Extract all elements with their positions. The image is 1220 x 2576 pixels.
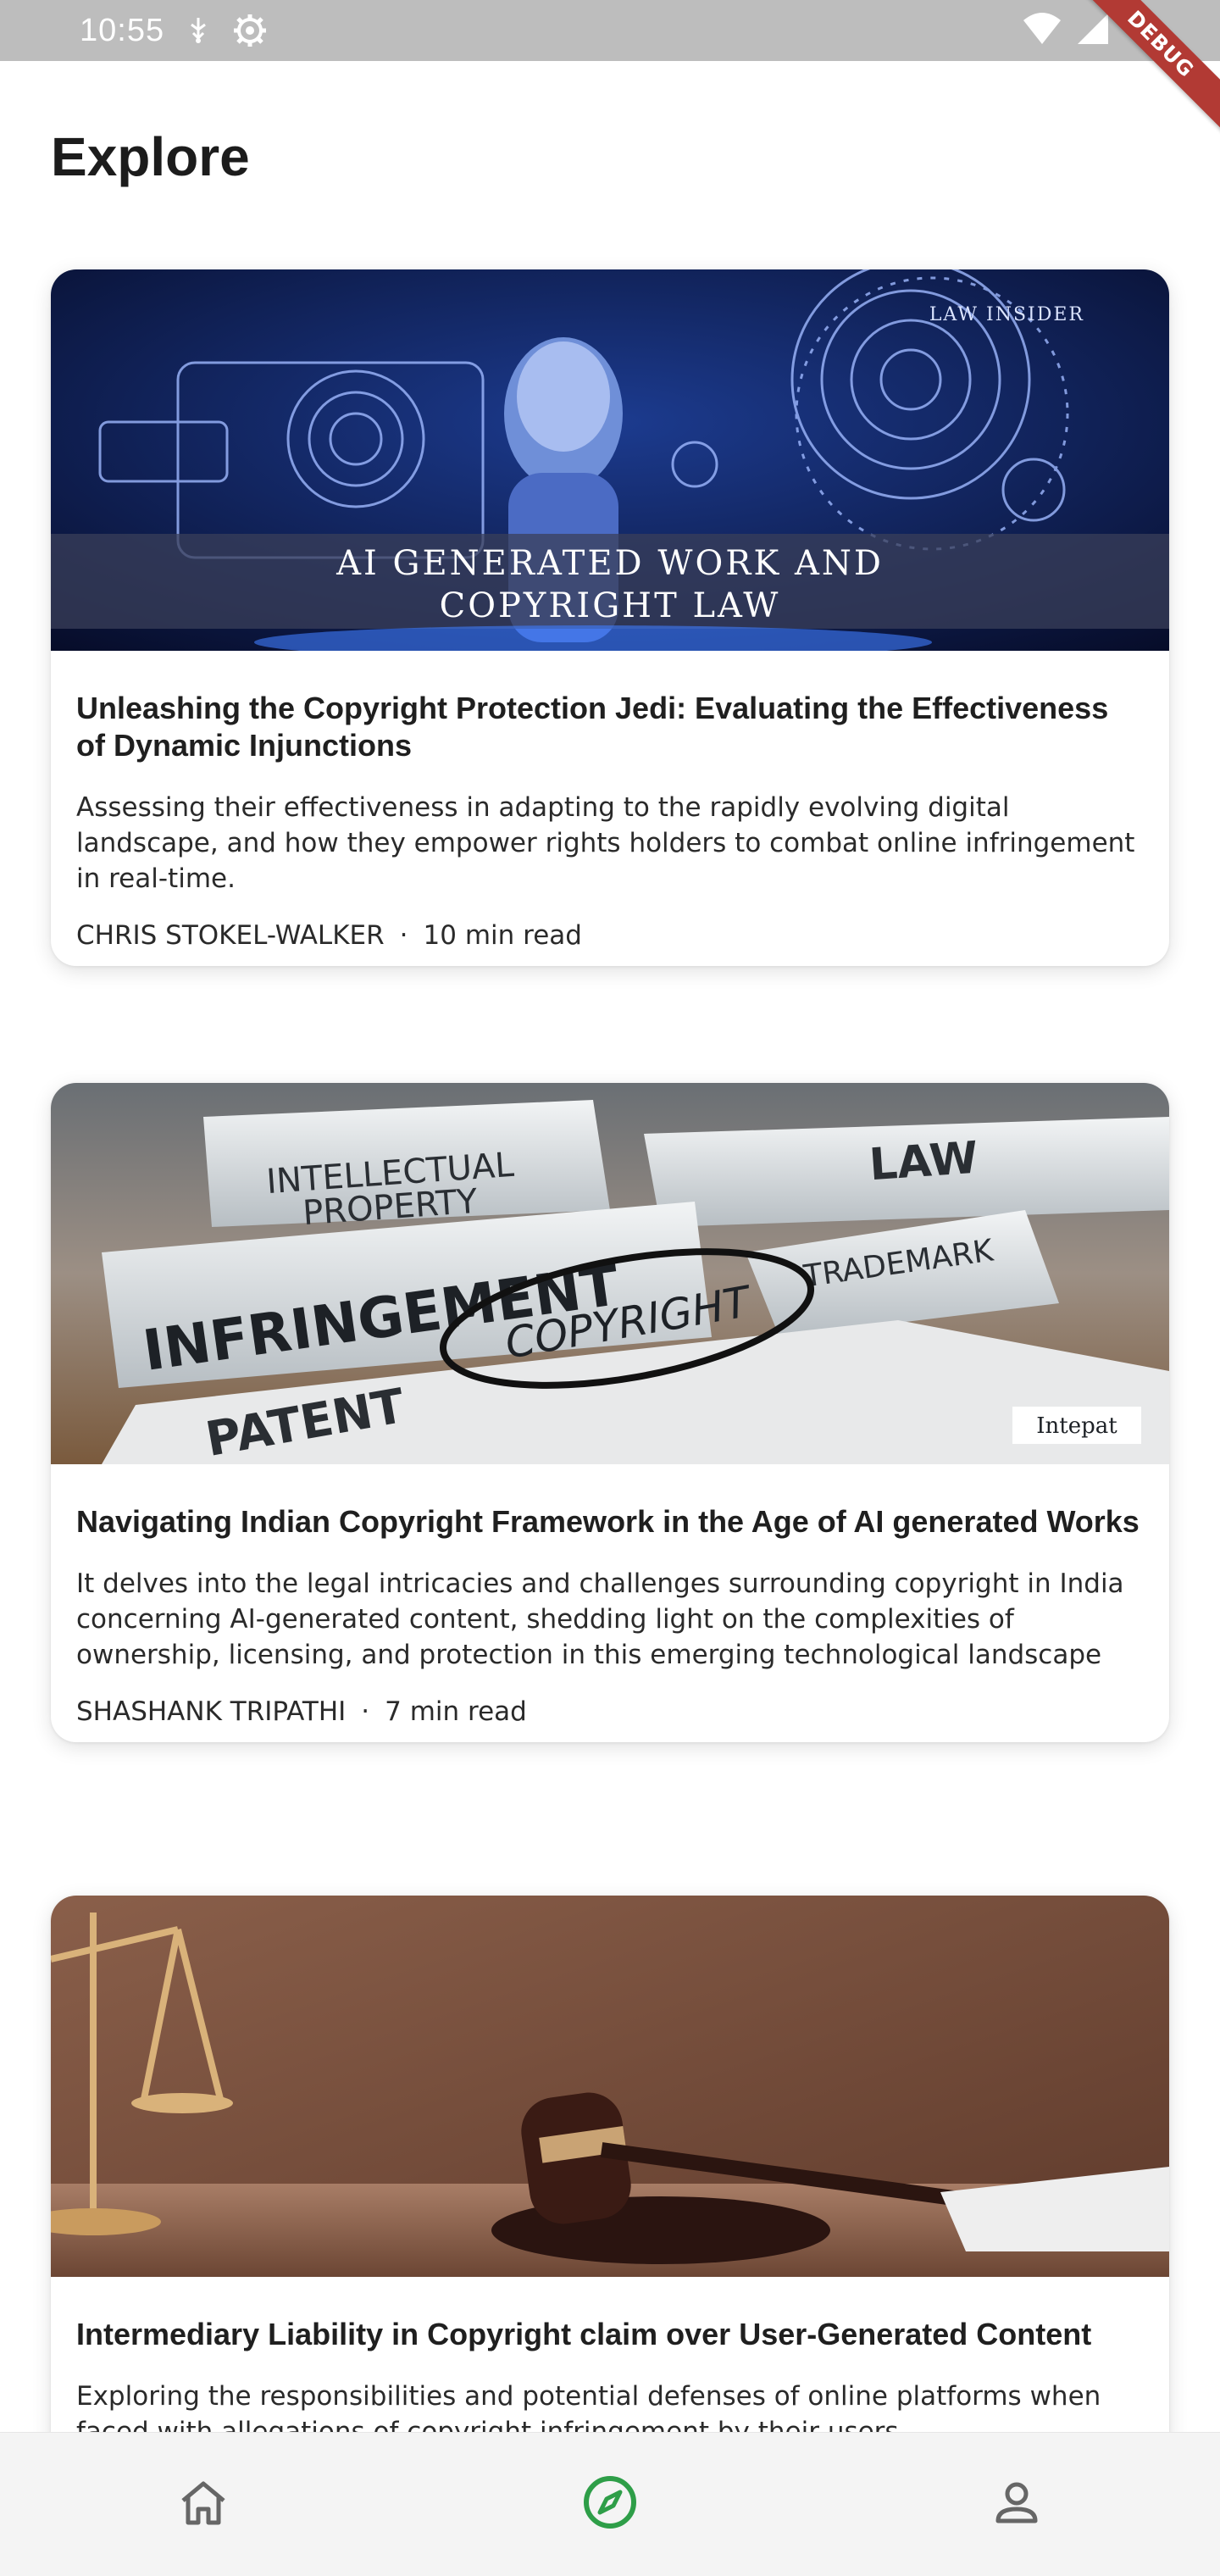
image-caption-line1: AI GENERATED WORK AND <box>336 544 884 583</box>
meta-separator: · <box>361 1696 370 1727</box>
page-title: Explore <box>51 126 250 187</box>
article-title[interactable]: Intermediary Liability in Copyright clai… <box>76 2316 1144 2353</box>
article-card[interactable]: LAW INSIDER AI GENERATED WORK AND COPYRI… <box>51 269 1169 966</box>
article-meta: CHRIS STOKEL-WALKER · 10 min read <box>76 920 1144 951</box>
usb-debug-icon <box>186 16 210 45</box>
bottom-navigation <box>0 2432 1220 2576</box>
article-read-time: 7 min read <box>385 1696 527 1727</box>
article-description: Assessing their effectiveness in adaptin… <box>76 792 1135 894</box>
article-image-ip-folders: INTELLECTUAL PROPERTY LAW INFRINGEMENT T… <box>51 1083 1169 1464</box>
meta-separator: · <box>399 920 408 951</box>
nav-home[interactable] <box>152 2454 254 2556</box>
article-author: SHASHANK TRIPATHI <box>76 1696 347 1727</box>
image-brand-intepat: Intepat <box>1036 1413 1117 1439</box>
article-description: It delves into the legal intricacies and… <box>76 1568 1124 1670</box>
nav-explore[interactable] <box>559 2454 661 2556</box>
status-bar: 10:55 DEBUG <box>0 0 1220 135</box>
article-meta: SHASHANK TRIPATHI · 7 min read <box>76 1696 1144 1727</box>
settings-gear-icon <box>232 13 268 48</box>
signal-icon <box>1076 12 1110 54</box>
article-image-ai-robot: LAW INSIDER AI GENERATED WORK AND COPYRI… <box>51 269 1169 651</box>
label-law: LAW <box>868 1133 979 1191</box>
article-title[interactable]: Navigating Indian Copyright Framework in… <box>76 1503 1144 1541</box>
article-card[interactable]: INTELLECTUAL PROPERTY LAW INFRINGEMENT T… <box>51 1083 1169 1742</box>
wifi-icon <box>1022 12 1062 54</box>
person-icon <box>990 2475 1044 2534</box>
article-title[interactable]: Unleashing the Copyright Protection Jedi… <box>76 690 1144 764</box>
article-image-gavel-scales <box>51 1896 1169 2277</box>
image-brand-text: LAW INSIDER <box>929 304 1084 325</box>
status-time: 10:55 <box>80 12 165 48</box>
home-icon <box>176 2475 230 2534</box>
nav-profile[interactable] <box>966 2454 1068 2556</box>
article-read-time: 10 min read <box>423 920 582 951</box>
image-caption-line2: COPYRIGHT LAW <box>440 586 781 625</box>
compass-icon <box>580 2473 640 2536</box>
article-author: CHRIS STOKEL-WALKER <box>76 920 385 951</box>
